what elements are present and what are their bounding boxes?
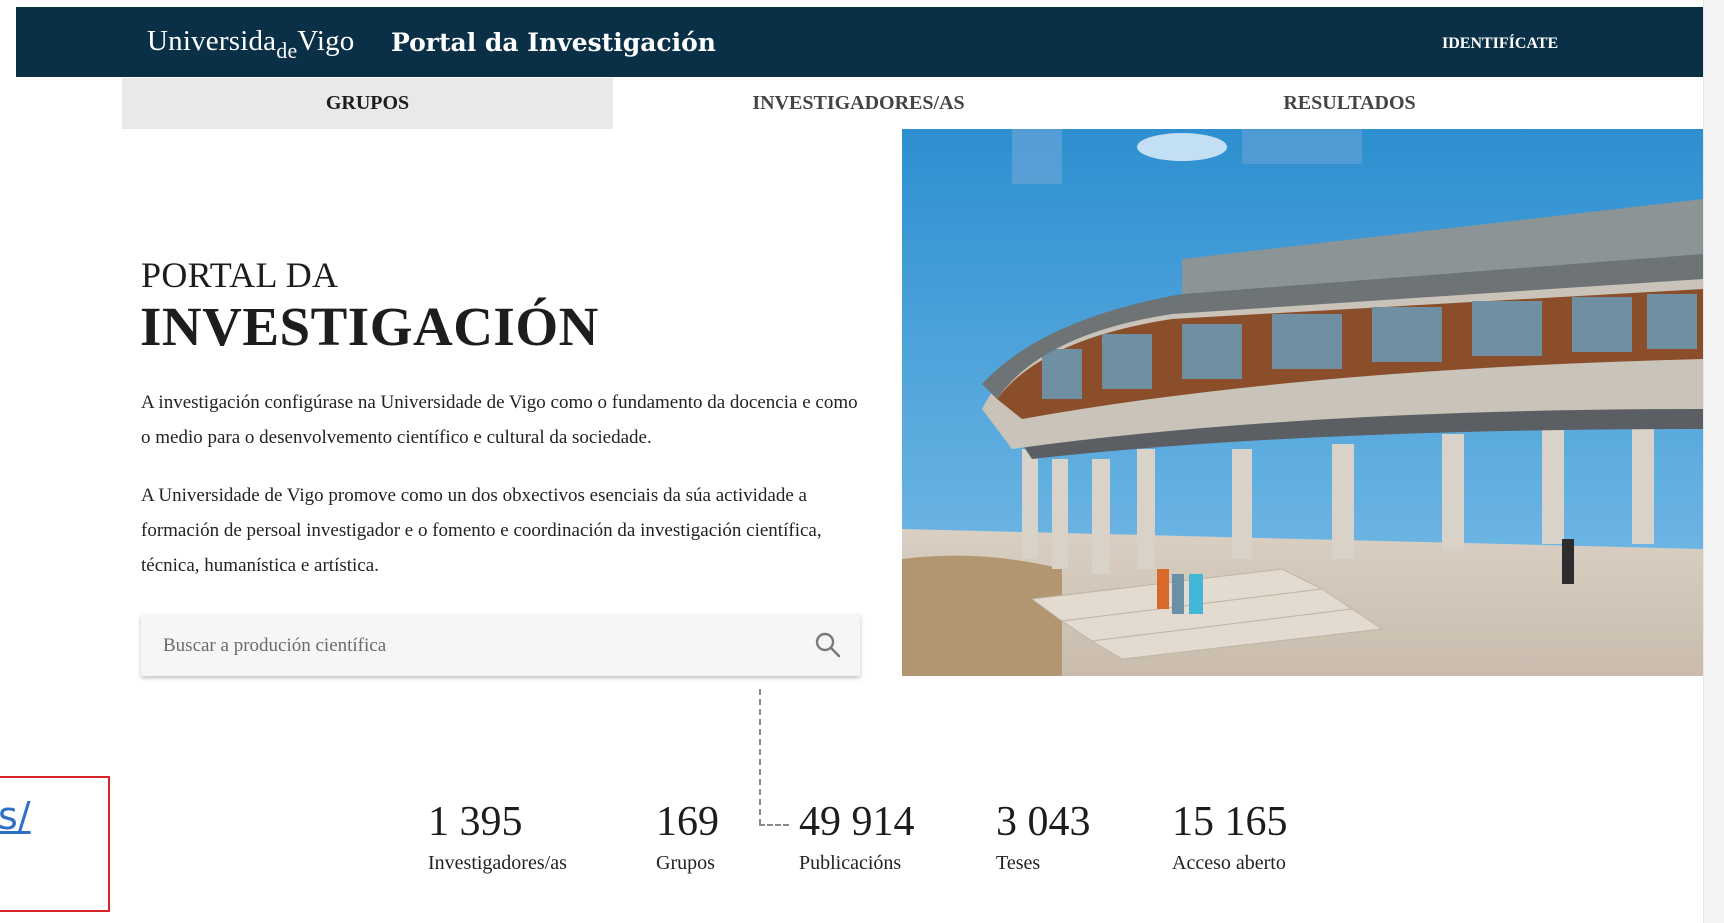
dashed-connector-vertical	[759, 689, 761, 825]
stat-teses[interactable]: 3 043 Teses	[996, 798, 1091, 875]
stat-value: 169	[656, 799, 719, 845]
hero-title-line1: PORTAL DA	[141, 255, 339, 295]
stat-label: Investigadores/as	[428, 852, 567, 874]
tab-investigadores[interactable]: INVESTIGADORES/AS	[613, 78, 1104, 129]
main-tabs: GRUPOS INVESTIGADORES/AS RESULTADOS	[122, 78, 1703, 129]
hero-title-line2: INVESTIGACIÓN	[140, 296, 599, 357]
stat-label: Publicacións	[799, 852, 902, 874]
university-logo[interactable]: UniversidadeVigo	[147, 25, 355, 63]
search-box	[141, 614, 860, 676]
search-icon[interactable]	[814, 631, 842, 659]
logo-text-universida: Universida	[147, 25, 277, 57]
tab-grupos[interactable]: GRUPOS	[122, 78, 613, 129]
overlay-link[interactable]: s/	[0, 794, 31, 838]
scrollbar[interactable]	[1703, 0, 1724, 923]
stat-label: Acceso aberto	[1172, 852, 1286, 874]
stat-investigadores[interactable]: 1 395 Investigadores/as	[428, 798, 567, 875]
search-input[interactable]	[161, 628, 805, 664]
logo-text-vigo: Vigo	[297, 25, 355, 57]
logo-text-de: de	[276, 38, 298, 63]
intro-paragraph-1: A investigación configúrase na Universid…	[141, 392, 858, 448]
stat-value: 49 914	[799, 799, 915, 845]
highlight-box: s/	[0, 776, 110, 912]
tab-resultados[interactable]: RESULTADOS	[1104, 78, 1595, 129]
stat-value: 15 165	[1172, 799, 1288, 845]
top-navigation-bar: UniversidadeVigo Portal da Investigación…	[16, 7, 1703, 77]
stat-value: 3 043	[996, 799, 1091, 845]
dashed-connector-horizontal	[759, 824, 789, 826]
stat-value: 1 395	[428, 799, 523, 845]
intro-paragraph-2: A Universidade de Vigo promove como un d…	[141, 485, 822, 576]
stat-label: Grupos	[656, 852, 715, 874]
portal-title[interactable]: Portal da Investigación	[391, 28, 716, 57]
login-link[interactable]: IDENTIFÍCATE	[1442, 35, 1558, 53]
stat-label: Teses	[996, 852, 1041, 874]
stat-publicacions[interactable]: 49 914 Publicacións	[799, 798, 915, 875]
stat-acceso-aberto[interactable]: 15 165 Acceso aberto	[1172, 798, 1288, 875]
campus-building-photo	[902, 129, 1703, 676]
stat-grupos[interactable]: 169 Grupos	[656, 798, 719, 875]
